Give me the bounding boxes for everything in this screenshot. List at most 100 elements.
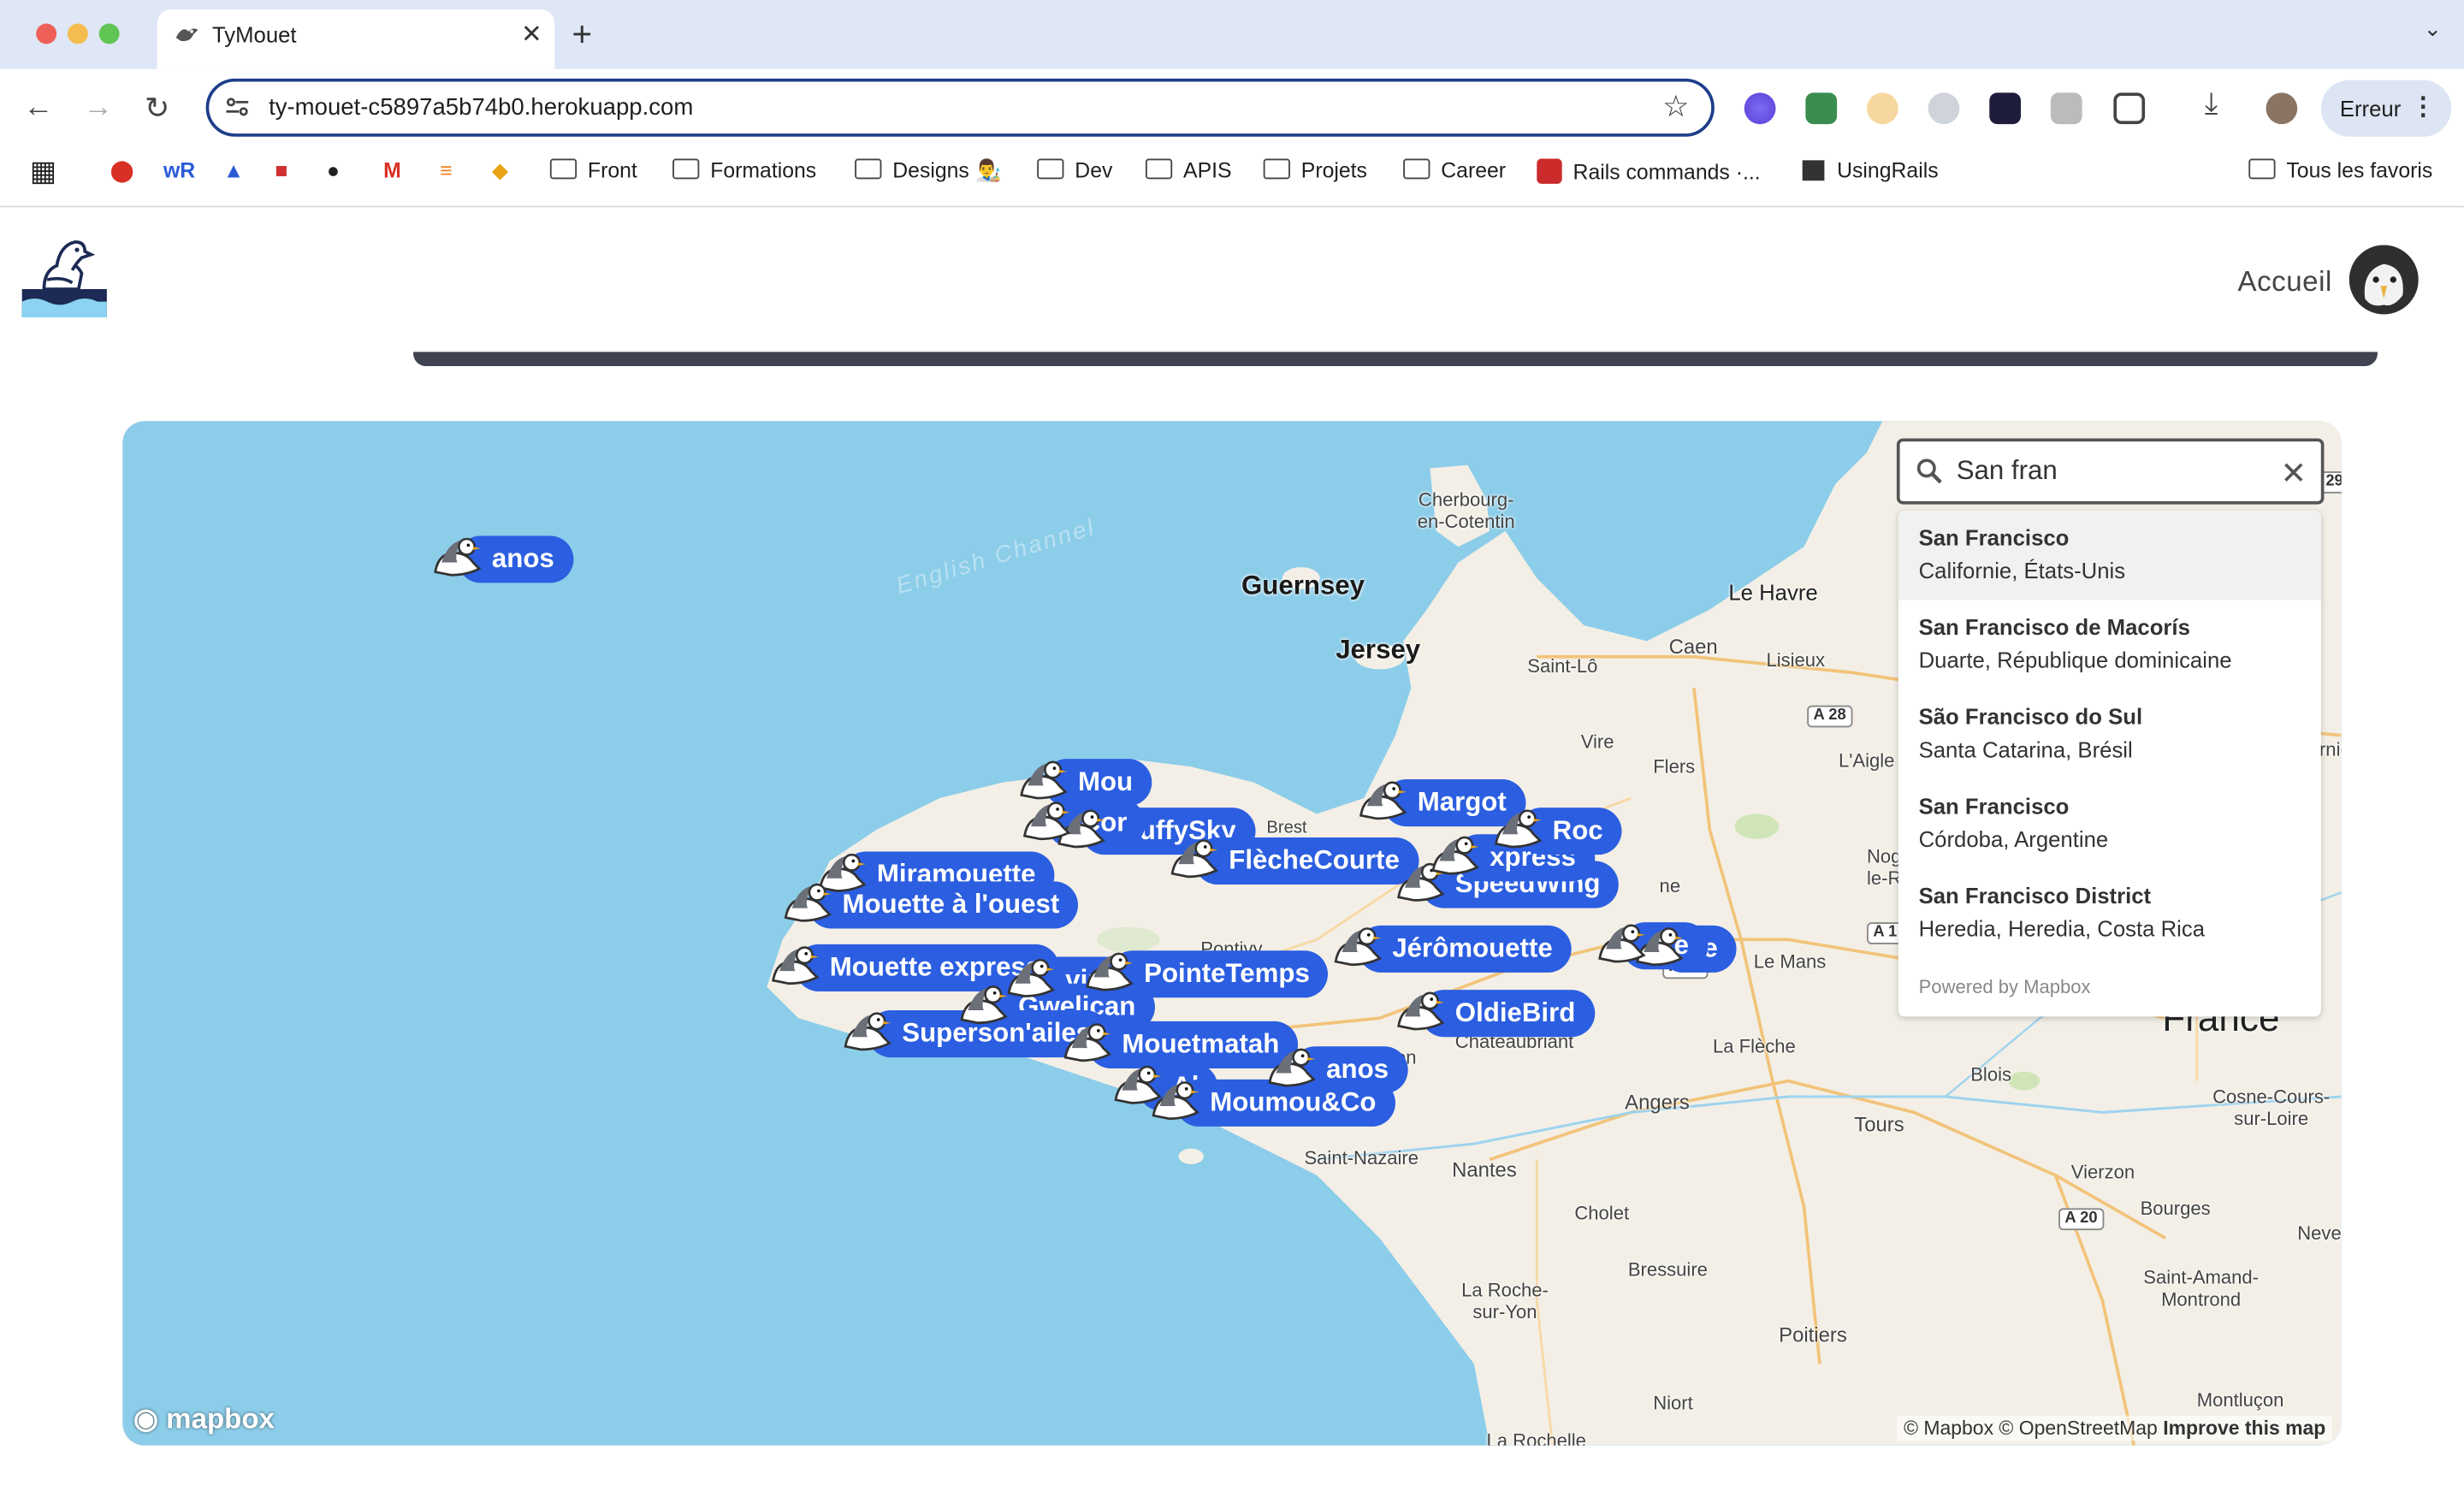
seagull-marker[interactable]: Mouette à l'ouest [779, 880, 1079, 931]
bookmark-folder-apis[interactable]: APIS [1145, 158, 1232, 182]
seagull-icon [1268, 1048, 1316, 1087]
extension-icon-4[interactable] [1928, 92, 1960, 125]
stackoverflow-icon[interactable]: ≡ [440, 159, 452, 183]
seagull-icon [1086, 952, 1134, 991]
search-result-item[interactable]: San Francisco Californie, États-Unis [1898, 510, 2321, 601]
page-content: Accueil English Channel Guernsey Jersey … [0, 207, 2464, 1497]
place-vierzon: Vierzon [2070, 1161, 2135, 1184]
back-button[interactable]: ← [24, 92, 54, 126]
result-region: Heredia, Heredia, Costa Rica [1918, 915, 2206, 942]
tab-search-chevron-icon[interactable]: ⌄ [2424, 15, 2443, 42]
bookmark-folder-formations[interactable]: Formations [672, 158, 816, 182]
bookmark-folder-front[interactable]: Front [549, 158, 637, 182]
user-avatar[interactable] [2348, 245, 2419, 315]
seagull-marker[interactable]: FlècheCourte [1166, 836, 1419, 886]
reload-button[interactable]: ↻ [145, 92, 169, 127]
bookmark-folder-dev[interactable]: Dev [1037, 158, 1112, 182]
seagull-marker[interactable]: anos [429, 534, 573, 584]
powered-by-mapbox: Powered by Mapbox [1918, 975, 2091, 998]
extension-icon-2[interactable] [1805, 92, 1838, 125]
browser-toolbar: ← → ↻ ty-mouet-c5897a5b74b0.herokuapp.co… [0, 68, 2464, 148]
place-la-rochelle: La Rochelle [1486, 1429, 1586, 1446]
place-angers: Angers [1625, 1090, 1690, 1115]
address-bar[interactable]: ty-mouet-c5897a5b74b0.herokuapp.com ☆ [205, 78, 1715, 137]
mapbox-logo[interactable]: ◉ mapbox [133, 1403, 275, 1436]
bookmarks-bar: ▦ ⬤ wR ▲ ■ ● M ≡ ◆ Front Formations Desi… [0, 147, 2464, 208]
place-cosne: Cosne-Cours- sur-Loire [2212, 1086, 2331, 1130]
place-montlucon: Montluçon [2196, 1388, 2284, 1411]
kebab-menu-icon[interactable]: ⋮ [2410, 92, 2435, 123]
nav-accueil-link[interactable]: Accueil [2237, 265, 2331, 299]
maximize-window-button[interactable] [98, 23, 120, 44]
github-icon[interactable]: ● [327, 159, 340, 183]
close-tab-icon[interactable]: ✕ [521, 19, 542, 50]
bookmark-maps-icon[interactable]: ⬤ [110, 159, 134, 184]
bookmark-red-icon[interactable]: ■ [275, 159, 287, 183]
search-result-item[interactable]: San Francisco Córdoba, Argentine [1898, 779, 2321, 869]
tab-title: TyMouet [211, 21, 297, 48]
seagull-marker[interactable]: PointeTemps [1081, 949, 1329, 999]
place-nevers: Never [2297, 1222, 2342, 1245]
gmail-icon[interactable]: M [383, 159, 401, 183]
seagull-icon [772, 946, 820, 985]
bookmark-folder-all[interactable]: Tous les favoris [2248, 158, 2432, 182]
camera-extension-icon[interactable] [2050, 92, 2082, 125]
bookmark-star-icon[interactable]: ☆ [1662, 90, 1689, 126]
result-region: Santa Catarina, Brésil [1918, 737, 2133, 762]
tymouet-logo[interactable] [19, 233, 110, 327]
seagull-marker[interactable]: Jérômouette [1330, 924, 1572, 974]
bookmark-folder-projets[interactable]: Projets [1263, 158, 1367, 182]
extensions-puzzle-icon[interactable] [2113, 92, 2146, 125]
bookmark-rails-commands[interactable]: Rails commands ·... [1537, 158, 1761, 184]
browser-tab[interactable]: TyMouet ✕ [157, 9, 555, 69]
marker-label: OldieBird [1420, 990, 1595, 1038]
place-bourges: Bourges [2140, 1197, 2211, 1220]
search-result-item[interactable]: São Francisco do Sul Santa Catarina, Bré… [1898, 689, 2321, 779]
seagull-icon [784, 883, 832, 922]
apps-grid-icon[interactable]: ▦ [30, 156, 56, 189]
place-cholet: Cholet [1574, 1202, 1630, 1224]
clear-search-icon[interactable]: ✕ [2280, 454, 2307, 494]
result-region: Córdoba, Argentine [1918, 826, 2109, 852]
map-search-box[interactable]: ✕ [1896, 438, 2325, 505]
profile-avatar-icon[interactable] [2266, 92, 2298, 125]
profile-error-label: Erreur [2339, 96, 2402, 121]
bookmark-folder-designs[interactable]: Designs 👨‍🎨 [855, 158, 1002, 184]
profile-error-button[interactable]: Erreur ⋮ [2320, 80, 2452, 137]
result-name: San Francisco District [1918, 883, 2152, 908]
seagull-marker[interactable]: te [1631, 924, 1737, 974]
search-results-dropdown: San Francisco Californie, États-Unis San… [1898, 510, 2321, 1017]
extension-icon-3[interactable] [1866, 92, 1898, 125]
extension-icon-1[interactable] [1744, 92, 1776, 125]
download-icon[interactable]: ⤓ [2205, 88, 2218, 122]
map-search-input[interactable] [1956, 455, 2272, 488]
attribution-text[interactable]: © Mapbox © OpenStreetMap [1904, 1417, 2158, 1440]
bookmark-badge-icon[interactable]: ◆ [492, 159, 508, 184]
map-container[interactable]: English Channel Guernsey Jersey Cherbour… [122, 421, 2342, 1446]
forward-button[interactable]: → [83, 92, 113, 126]
place-le-havre: Le Havre [1728, 579, 1818, 606]
bookmark-usingrails[interactable]: UsingRails [1802, 159, 1939, 182]
search-result-item[interactable]: San Francisco District Heredia, Heredia,… [1898, 869, 2321, 959]
seagull-icon [1022, 802, 1071, 841]
improve-map-link[interactable]: Improve this map [2163, 1417, 2325, 1440]
bookmark-wr-icon[interactable]: wR [163, 159, 195, 183]
place-jersey: Jersey [1336, 635, 1421, 665]
bookmark-folder-career[interactable]: Career [1403, 158, 1506, 182]
place-la-fleche: La Flèche [1713, 1035, 1796, 1058]
bookmark-triangle-icon[interactable]: ▲ [223, 159, 245, 183]
place-saint-lo: Saint-Lô [1527, 654, 1598, 677]
new-tab-button[interactable]: + [572, 15, 593, 56]
close-window-button[interactable] [36, 23, 57, 44]
minimize-window-button[interactable] [67, 23, 88, 44]
seagull-icon [1007, 958, 1055, 997]
road-a20: A 20 [2058, 1208, 2104, 1231]
hero-image-bottom-edge [413, 352, 2378, 366]
seagull-marker[interactable]: Roc [1490, 806, 1622, 856]
extension-icon-5[interactable] [1989, 92, 2021, 125]
marker-label: FlècheCourte [1194, 837, 1419, 885]
search-result-item[interactable]: San Francisco de Macorís Duarte, Républi… [1898, 601, 2321, 690]
place-rnie: rnie [2319, 738, 2342, 760]
site-settings-icon[interactable] [225, 94, 250, 119]
seagull-marker[interactable]: OldieBird [1392, 988, 1595, 1038]
